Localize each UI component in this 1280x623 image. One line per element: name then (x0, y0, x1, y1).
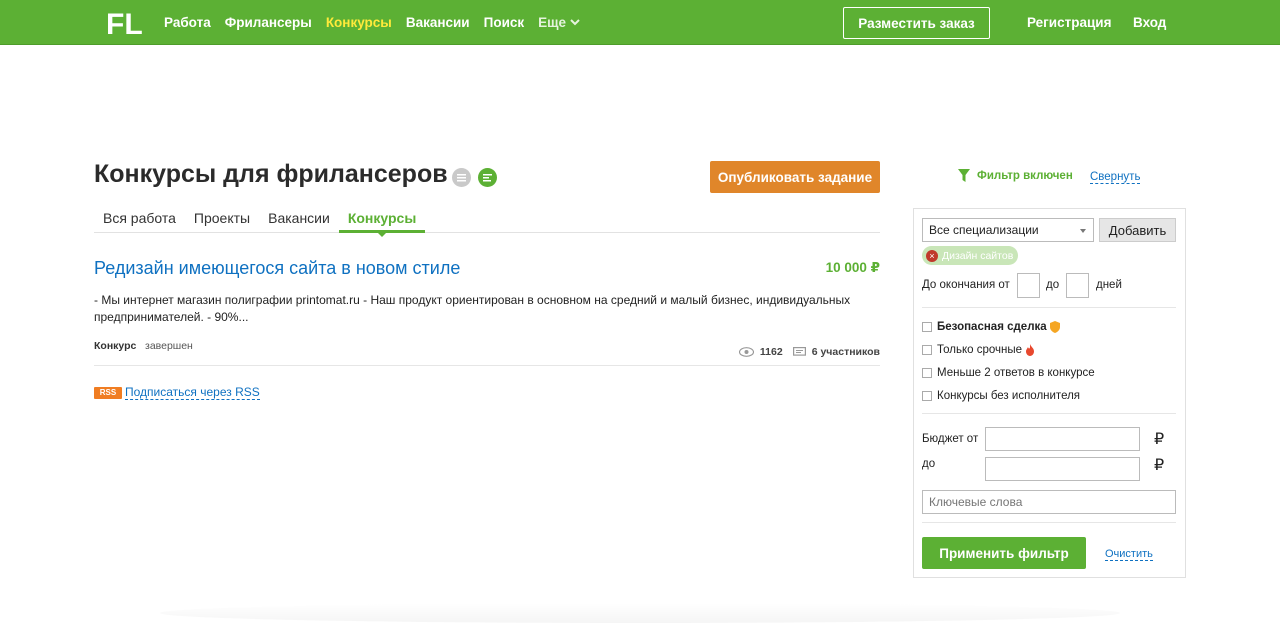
main-nav: Работа Фрилансеры Конкурсы Вакансии Поис… (164, 0, 594, 45)
deadline-label: До окончания от (922, 279, 1010, 291)
post-order-button[interactable]: Разместить заказ (843, 7, 990, 39)
chevron-down-icon (570, 19, 580, 26)
tab-vacancies[interactable]: Вакансии (259, 206, 339, 233)
tab-projects[interactable]: Проекты (185, 206, 259, 233)
eye-icon (738, 347, 754, 357)
chip-label: Дизайн сайтов (942, 249, 1014, 262)
list-view-icon[interactable] (452, 168, 471, 187)
tab-all-work[interactable]: Вся работа (94, 206, 185, 233)
shield-icon (1049, 321, 1060, 333)
views-count: 1162 (759, 346, 783, 358)
project-status: завершен (145, 340, 193, 352)
clear-filter-link[interactable]: Очистить (1105, 548, 1153, 561)
page-title: Конкурсы для фрилансеров (94, 160, 448, 188)
nav-more-label: Еще (538, 15, 567, 30)
participants-count[interactable]: 6 участников (812, 346, 880, 358)
checkbox-no-executor[interactable]: Конкурсы без исполнителя (922, 390, 1080, 402)
category-tabs: Вся работа Проекты Вакансии Конкурсы (94, 206, 880, 237)
comments-icon (792, 346, 806, 356)
checkbox-label: Только срочные (937, 344, 1023, 356)
fire-icon (1026, 344, 1035, 356)
publish-task-button[interactable]: Опубликовать задание (710, 161, 880, 193)
caret-down-icon (1080, 229, 1086, 233)
budget-to-label: до (922, 458, 936, 470)
nav-item-contests[interactable]: Конкурсы (326, 15, 392, 30)
checkbox-label: Безопасная сделка (937, 321, 1047, 333)
project-price: 10 000 ₽ (825, 260, 880, 275)
nav-item-search[interactable]: Поиск (484, 15, 525, 30)
rss-subscribe-link[interactable]: Подписаться через RSS (125, 385, 260, 400)
login-link[interactable]: Вход (1133, 15, 1166, 30)
register-link[interactable]: Регистрация (1027, 15, 1111, 30)
nav-item-freelancers[interactable]: Фрилансеры (225, 15, 312, 30)
project-type: Конкурс (94, 340, 137, 352)
filter-state-label: Фильтр включен (977, 169, 1073, 182)
divider (922, 522, 1176, 523)
specialization-chip: × Дизайн сайтов (922, 246, 1018, 265)
rss-icon: RSS (94, 387, 122, 399)
collapse-filter-link[interactable]: Свернуть (1090, 171, 1141, 184)
tab-contests[interactable]: Конкурсы (338, 206, 426, 237)
checkbox-safe-deal[interactable]: Безопасная сделка (922, 321, 1060, 333)
logo-text: FL (106, 8, 142, 38)
add-specialization-button[interactable]: Добавить (1099, 218, 1176, 242)
filter-enabled-status: Фильтр включен (958, 169, 1073, 182)
specialization-select[interactable]: Все специализации (922, 218, 1094, 242)
checkbox[interactable] (922, 345, 932, 355)
feed-view-icon[interactable] (478, 168, 497, 187)
nav-item-work[interactable]: Работа (164, 15, 211, 30)
deadline-to-label: до (1046, 279, 1060, 291)
checkbox[interactable] (922, 322, 932, 332)
budget-from-input[interactable] (985, 427, 1140, 451)
deadline-from-input[interactable] (1017, 273, 1040, 298)
checkbox-label: Меньше 2 ответов в конкурсе (937, 367, 1095, 379)
project-meta: 1162 6 участников (738, 346, 880, 358)
days-label: дней (1096, 279, 1122, 291)
budget-from-label: Бюджет от (922, 433, 979, 445)
nav-item-more[interactable]: Еще (538, 15, 580, 30)
keywords-input[interactable] (922, 490, 1176, 514)
project-description: - Мы интернет магазин полиграфии printom… (94, 293, 851, 324)
nav-item-vacancies[interactable]: Вакансии (406, 15, 470, 30)
divider (922, 413, 1176, 414)
checkbox-label: Конкурсы без исполнителя (937, 390, 1081, 402)
currency-ruble: ₽ (1154, 457, 1165, 474)
top-navbar: FL Работа Фрилансеры Конкурсы Вакансии П… (0, 0, 1280, 45)
currency-ruble: ₽ (1154, 431, 1165, 448)
project-title-link[interactable]: Редизайн имеющегося сайта в новом стиле (94, 258, 460, 279)
deadline-to-input[interactable] (1066, 273, 1089, 298)
specialization-select-value: Все специализации (929, 223, 1039, 237)
fl-logo[interactable]: FL (106, 8, 142, 38)
divider (922, 307, 1176, 308)
checkbox[interactable] (922, 368, 932, 378)
checkbox-urgent-only[interactable]: Только срочные (922, 344, 1035, 356)
checkbox-few-replies[interactable]: Меньше 2 ответов в конкурсе (922, 367, 1095, 379)
filter-icon (958, 169, 970, 182)
remove-chip-icon[interactable]: × (926, 249, 938, 262)
divider (94, 365, 880, 366)
apply-filter-button[interactable]: Применить фильтр (922, 537, 1086, 569)
budget-to-input[interactable] (985, 457, 1140, 481)
checkbox[interactable] (922, 391, 932, 401)
footer-shadow (160, 603, 1120, 623)
